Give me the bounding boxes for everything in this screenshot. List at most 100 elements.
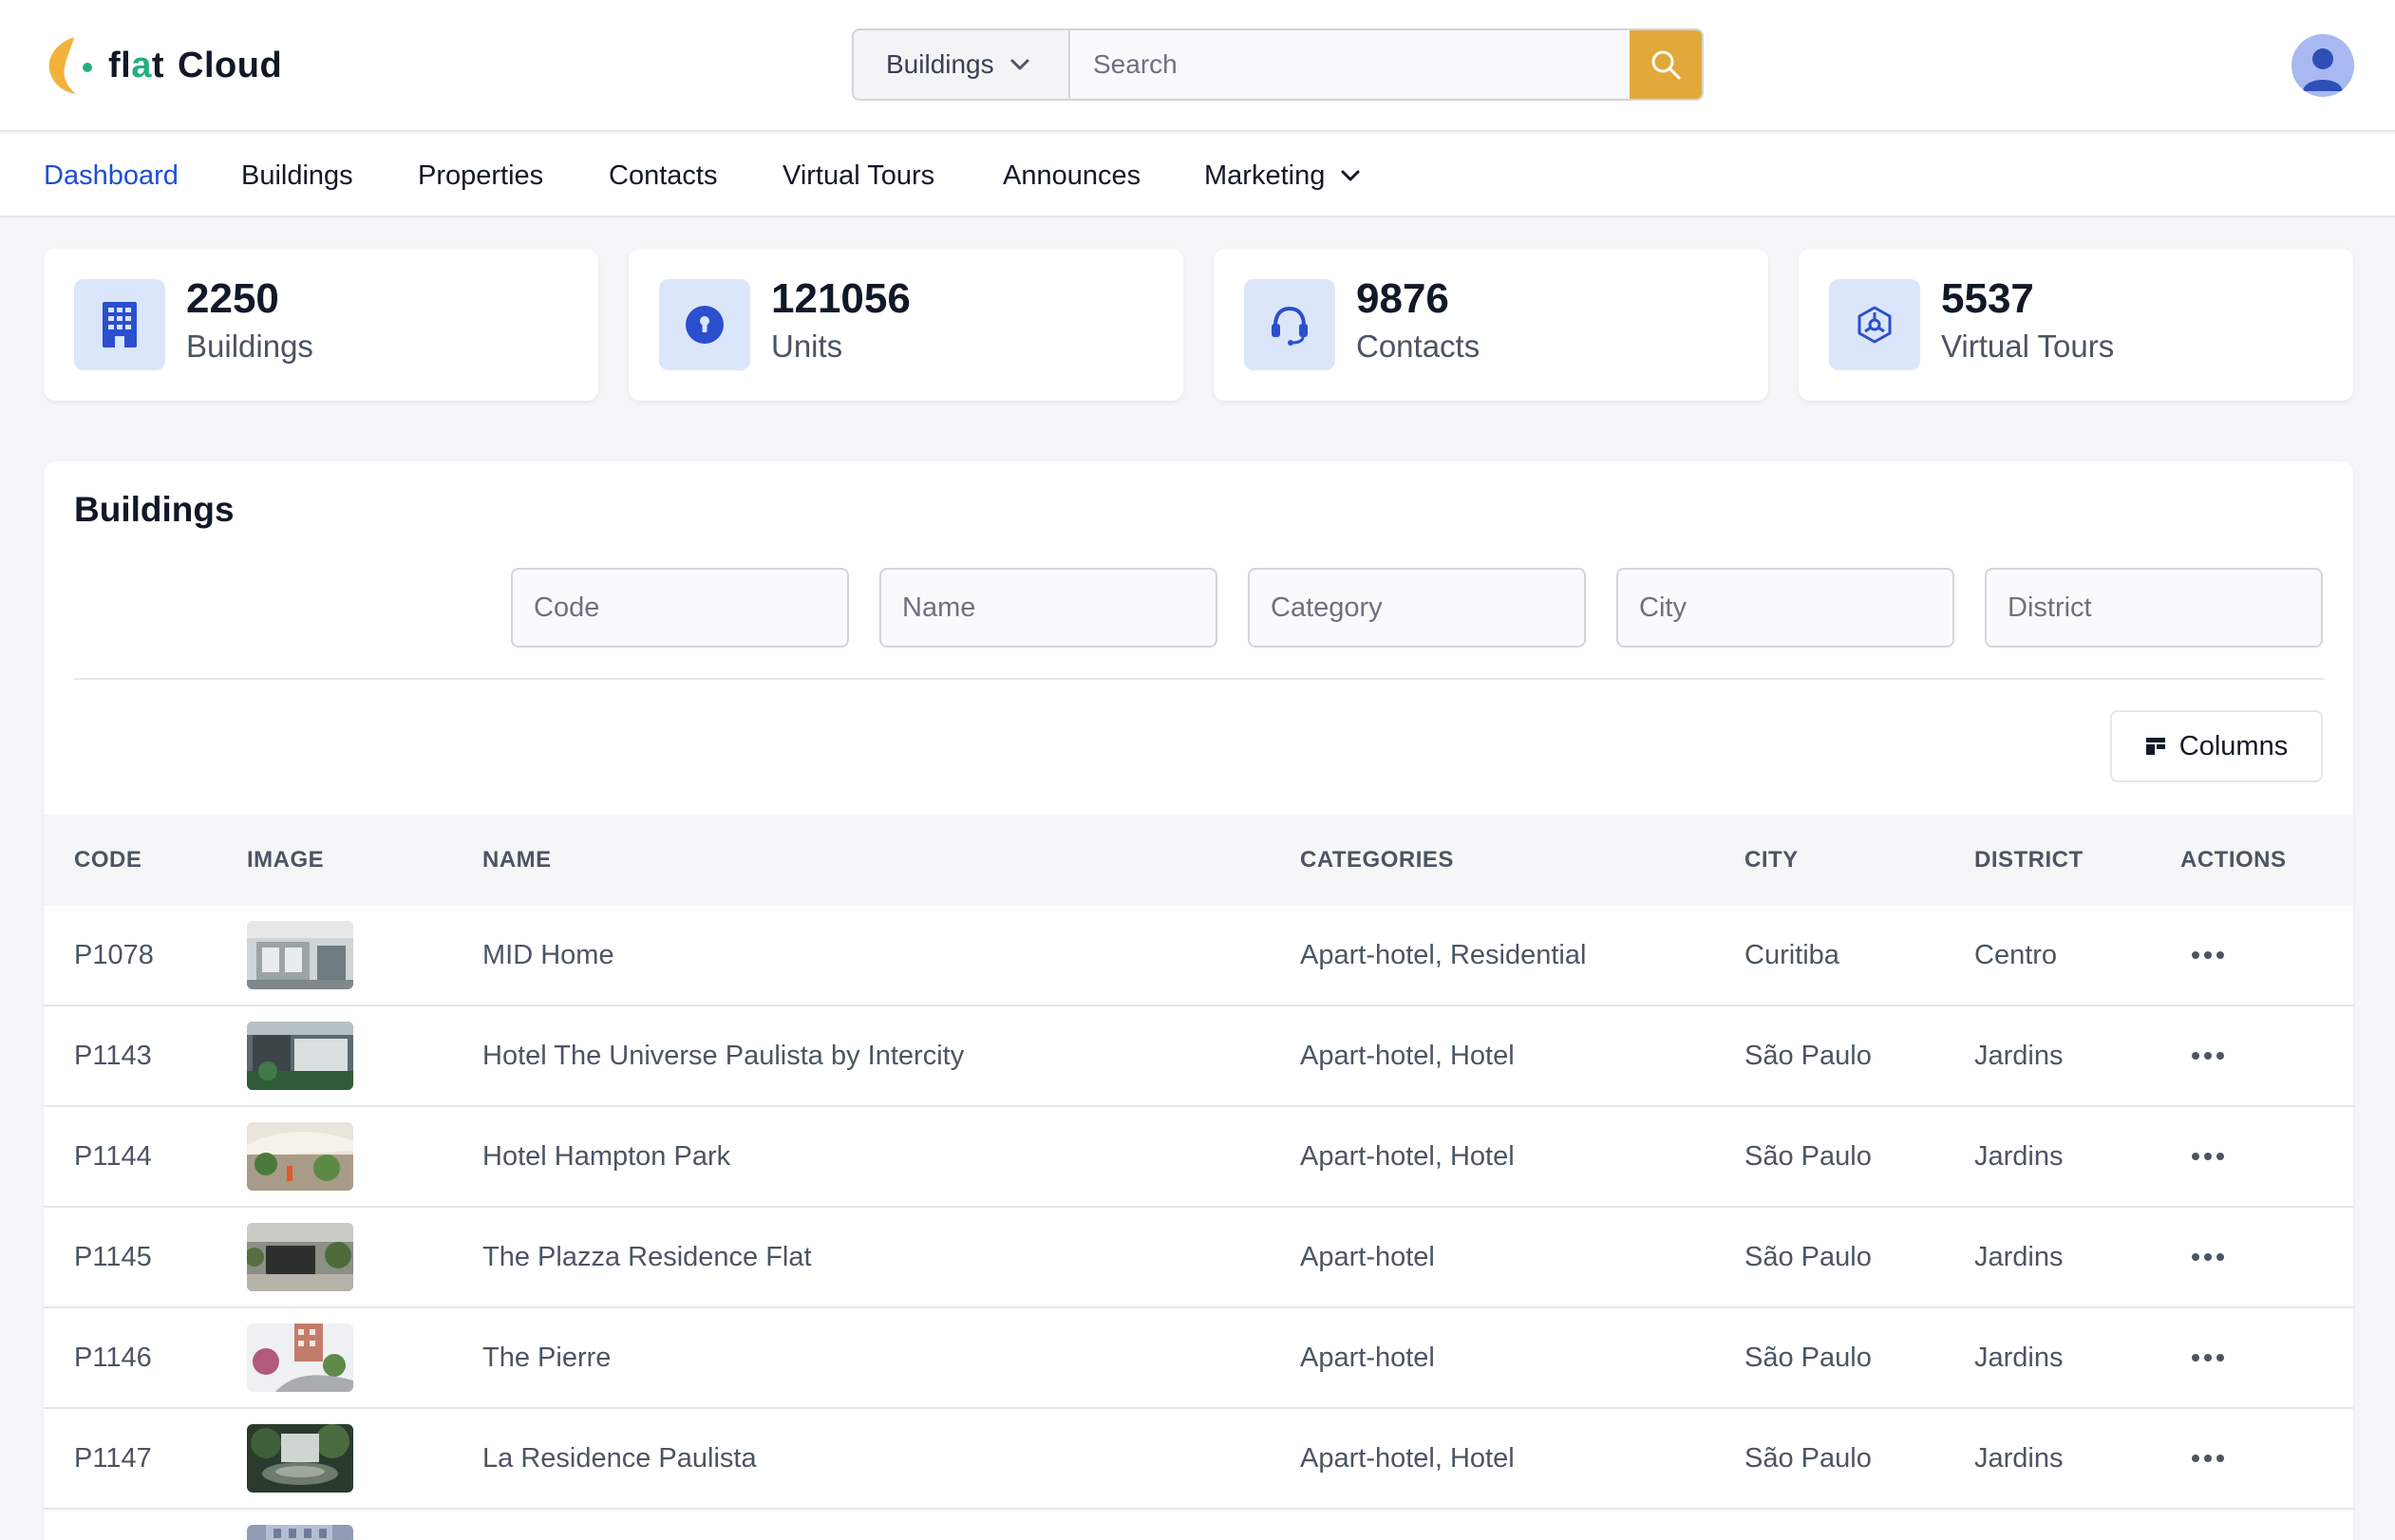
filter-name-input[interactable] bbox=[879, 568, 1217, 648]
tour-360-icon bbox=[1829, 279, 1920, 370]
table-row[interactable]: P1147 La Residence Paulista Apart-hotel,… bbox=[44, 1409, 2353, 1510]
brand-logo[interactable]: flat Cloud bbox=[46, 32, 282, 99]
cell-district: Jardins bbox=[1974, 1140, 2064, 1172]
header-district[interactable]: DISTRICT bbox=[1974, 815, 2084, 906]
row-actions-icon[interactable] bbox=[2192, 906, 2224, 1005]
stat-label: Units bbox=[771, 329, 843, 364]
nav-contacts[interactable]: Contacts bbox=[609, 134, 717, 217]
row-actions-icon[interactable] bbox=[2192, 1006, 2224, 1105]
cell-district: Jardins bbox=[1974, 1442, 2064, 1474]
table-row[interactable]: P1144 Hotel Hampton Park Apart-hotel, Ho… bbox=[44, 1107, 2353, 1208]
chevron-down-icon bbox=[1010, 59, 1029, 70]
cell-district: Jardins bbox=[1974, 1040, 2064, 1071]
global-search: Buildings bbox=[852, 28, 1704, 101]
cell-categories: Apart-hotel bbox=[1300, 1342, 1435, 1373]
stat-value: 121056 bbox=[771, 275, 911, 322]
table-row[interactable]: P1146 The Pierre Apart-hotel São Paulo J… bbox=[44, 1308, 2353, 1409]
row-actions-icon[interactable] bbox=[2192, 1208, 2224, 1306]
flat-cloud-logo-icon bbox=[48, 37, 92, 94]
cell-categories: Apart-hotel, Hotel bbox=[1300, 1040, 1515, 1071]
columns-button[interactable]: Columns bbox=[2110, 710, 2323, 782]
table-header: CODE IMAGE NAME CATEGORIES CITY DISTRICT… bbox=[44, 815, 2353, 906]
header-categories[interactable]: CATEGORIES bbox=[1300, 815, 1454, 906]
header-image: IMAGE bbox=[247, 847, 325, 873]
header-city[interactable]: CITY bbox=[1744, 815, 1799, 906]
row-actions-icon[interactable] bbox=[2192, 1409, 2224, 1508]
stat-card-virtual-tours[interactable]: 5537 Virtual Tours bbox=[1799, 249, 2353, 401]
cell-city: São Paulo bbox=[1744, 1140, 1872, 1172]
cell-categories: Apart-hotel, Hotel bbox=[1300, 1140, 1515, 1172]
headset-icon bbox=[1244, 279, 1335, 370]
search-input[interactable] bbox=[1070, 30, 1630, 99]
nav-properties[interactable]: Properties bbox=[418, 134, 543, 217]
stat-card-buildings[interactable]: 2250 Buildings bbox=[44, 249, 598, 401]
cell-categories: Apart-hotel, Hotel bbox=[1300, 1442, 1515, 1474]
keyhole-icon bbox=[659, 279, 750, 370]
search-button[interactable] bbox=[1630, 30, 1702, 99]
brand-name: flat Cloud bbox=[108, 45, 283, 85]
cell-city: São Paulo bbox=[1744, 1342, 1872, 1373]
cell-code: P1078 bbox=[74, 939, 154, 970]
cell-name: Hotel The Universe Paulista by Intercity bbox=[482, 1040, 965, 1071]
header-actions: ACTIONS bbox=[2180, 847, 2287, 873]
cell-city: São Paulo bbox=[1744, 1442, 1872, 1474]
table-row[interactable]: P1143 Hotel The Universe Paulista by Int… bbox=[44, 1006, 2353, 1107]
cell-city: São Paulo bbox=[1744, 1040, 1872, 1071]
columns-button-label: Columns bbox=[2178, 730, 2289, 761]
building-thumbnail[interactable] bbox=[247, 1525, 353, 1540]
nav-buildings[interactable]: Buildings bbox=[241, 134, 353, 217]
cell-code: P1144 bbox=[74, 1140, 152, 1172]
stat-value: 2250 bbox=[186, 275, 279, 322]
building-thumbnail[interactable] bbox=[247, 1022, 353, 1090]
nav-virtual-tours[interactable]: Virtual Tours bbox=[783, 134, 934, 217]
stat-card-units[interactable]: 121056 Units bbox=[629, 249, 1183, 401]
cell-name: The Plazza Residence Flat bbox=[482, 1241, 812, 1272]
stat-card-contacts[interactable]: 9876 Contacts bbox=[1214, 249, 1768, 401]
stat-label: Buildings bbox=[186, 329, 313, 364]
filter-code-input[interactable] bbox=[511, 568, 849, 648]
table-row[interactable] bbox=[44, 1510, 2353, 1540]
top-bar: flat Cloud Buildings bbox=[0, 0, 2395, 132]
cell-name: Hotel Hampton Park bbox=[482, 1140, 731, 1172]
user-avatar[interactable] bbox=[2291, 34, 2354, 97]
row-actions-icon[interactable] bbox=[2192, 1107, 2224, 1206]
filter-city-input[interactable] bbox=[1616, 568, 1954, 648]
nav-announces[interactable]: Announces bbox=[1003, 134, 1141, 217]
building-icon bbox=[74, 279, 165, 370]
stat-value: 5537 bbox=[1941, 275, 2034, 322]
chevron-down-icon bbox=[1341, 170, 1360, 181]
row-actions-icon[interactable] bbox=[2192, 1308, 2224, 1407]
cell-code: P1146 bbox=[74, 1342, 152, 1373]
building-thumbnail[interactable] bbox=[247, 1122, 353, 1191]
cell-code: P1145 bbox=[74, 1241, 152, 1272]
building-thumbnail[interactable] bbox=[247, 921, 353, 989]
cell-name: MID Home bbox=[482, 939, 614, 970]
header-code[interactable]: CODE bbox=[74, 815, 141, 906]
stat-label: Contacts bbox=[1356, 329, 1480, 364]
stat-label: Virtual Tours bbox=[1941, 329, 2115, 364]
search-icon bbox=[1651, 50, 1681, 80]
filter-district-input[interactable] bbox=[1985, 568, 2323, 648]
search-scope-select[interactable]: Buildings bbox=[854, 30, 1070, 99]
building-thumbnail[interactable] bbox=[247, 1424, 353, 1493]
cell-code: P1147 bbox=[74, 1442, 152, 1474]
cell-name: The Pierre bbox=[482, 1342, 612, 1373]
building-thumbnail[interactable] bbox=[247, 1223, 353, 1291]
nav-dashboard[interactable]: Dashboard bbox=[44, 134, 179, 217]
table-row[interactable]: P1078 MID Home Apart-hotel, Residential … bbox=[44, 906, 2353, 1006]
buildings-panel: Buildings Columns CODE IMAGE NAME CATEGO… bbox=[44, 461, 2353, 1540]
search-scope-label: Buildings bbox=[886, 49, 994, 79]
filter-divider bbox=[74, 678, 2325, 680]
stat-value: 9876 bbox=[1356, 275, 1449, 322]
cell-categories: Apart-hotel bbox=[1300, 1241, 1435, 1272]
header-name[interactable]: NAME bbox=[482, 815, 552, 906]
cell-city: São Paulo bbox=[1744, 1241, 1872, 1272]
cell-district: Jardins bbox=[1974, 1241, 2064, 1272]
cell-city: Curitiba bbox=[1744, 939, 1839, 970]
filter-category-input[interactable] bbox=[1248, 568, 1586, 648]
nav-marketing[interactable]: Marketing bbox=[1204, 134, 1361, 217]
building-thumbnail[interactable] bbox=[247, 1324, 353, 1392]
cell-district: Jardins bbox=[1974, 1342, 2064, 1373]
cell-district: Centro bbox=[1974, 939, 2058, 970]
table-row[interactable]: P1145 The Plazza Residence Flat Apart-ho… bbox=[44, 1208, 2353, 1308]
